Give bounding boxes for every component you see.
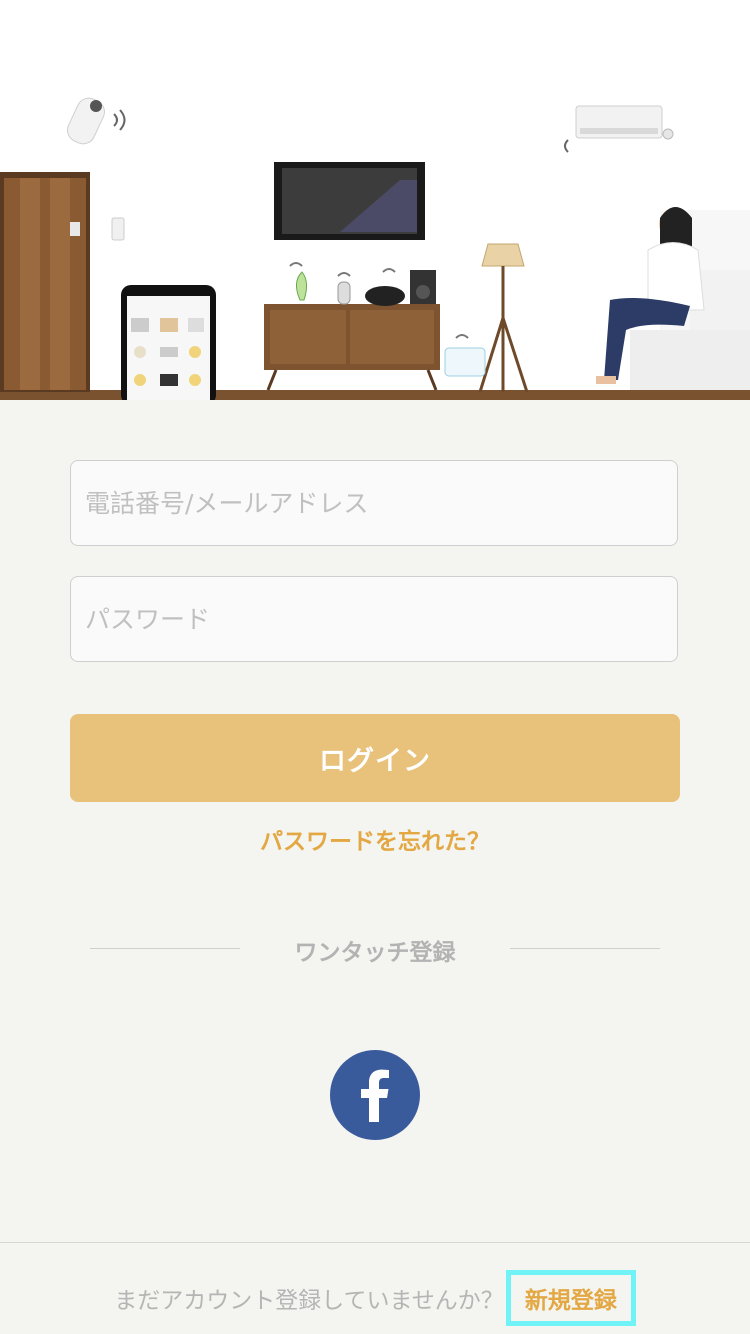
- one-touch-register-label: ワンタッチ登録: [294, 940, 456, 966]
- air-conditioner-illustration: [564, 105, 674, 153]
- no-account-prompt: まだアカウント登録していませんか？: [114, 1288, 504, 1314]
- tv-illustration: [274, 162, 425, 240]
- phone-illustration: [121, 285, 216, 400]
- facebook-icon: [361, 1069, 389, 1122]
- footer-divider: [0, 1242, 750, 1243]
- register-link[interactable]: 新規登録: [505, 1270, 636, 1326]
- forgot-password-link[interactable]: パスワードを忘れた？: [0, 822, 750, 856]
- footer: まだアカウント登録していませんか？ 新規登録: [0, 1270, 750, 1326]
- divider-line-right: [510, 948, 660, 949]
- facebook-login-button[interactable]: [330, 1050, 420, 1140]
- password-field[interactable]: [70, 576, 678, 662]
- woman-illustration: [596, 207, 750, 390]
- login-button[interactable]: ログイン: [70, 714, 680, 802]
- phone-email-field[interactable]: [70, 460, 678, 546]
- password-input[interactable]: [71, 577, 677, 661]
- door-illustration: [0, 172, 90, 392]
- divider-line-left: [90, 948, 240, 949]
- camera-illustration: [67, 97, 126, 145]
- smart-home-illustration: [0, 0, 750, 400]
- phone-email-input[interactable]: [71, 461, 677, 545]
- cabinet-illustration: [264, 304, 440, 391]
- room-scene: [0, 97, 750, 400]
- lamp-illustration: [478, 243, 529, 393]
